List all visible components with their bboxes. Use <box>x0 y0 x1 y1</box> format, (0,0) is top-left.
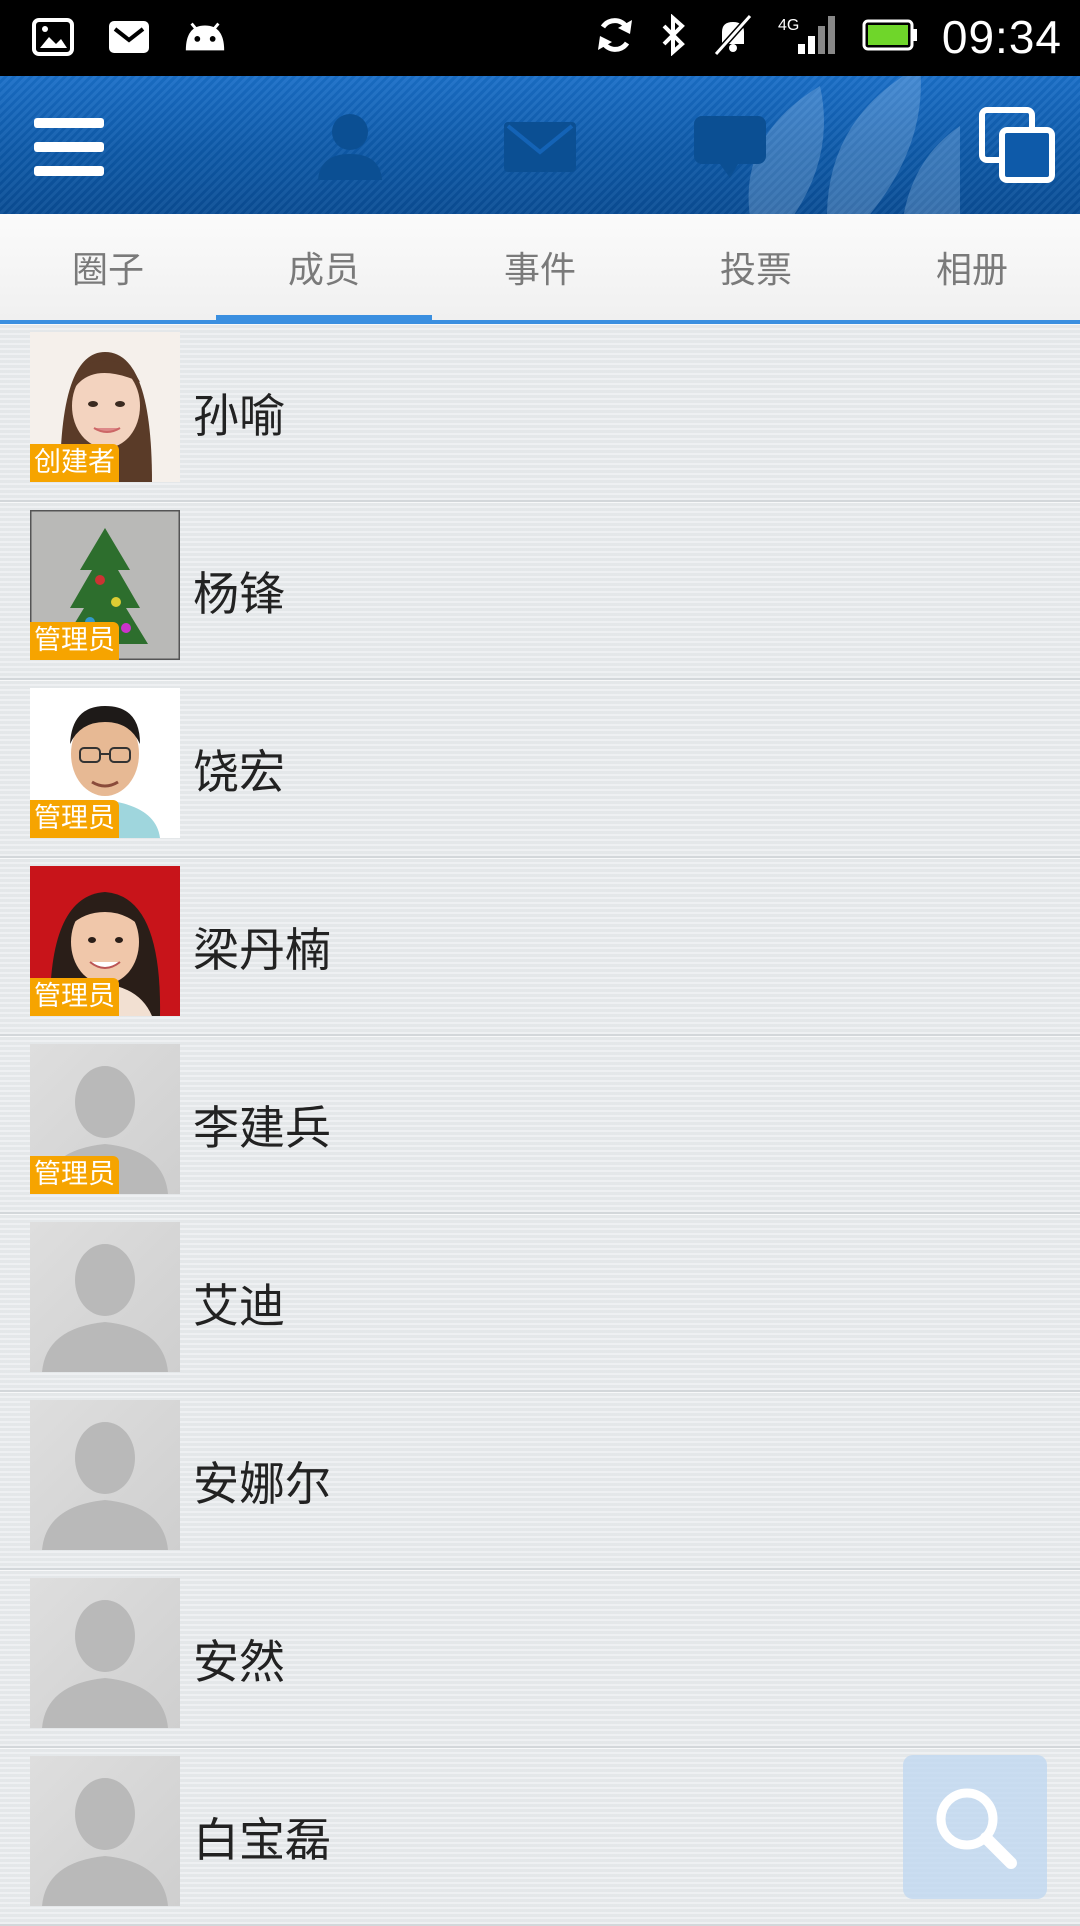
member-name: 安然 <box>193 1635 285 1689</box>
member-name: 杨锋 <box>193 567 285 621</box>
member-row[interactable]: 安然 <box>0 1570 1080 1748</box>
search-button[interactable] <box>903 1755 1047 1899</box>
member-avatar: 管理员 <box>30 688 180 838</box>
role-badge: 管理员 <box>30 622 119 660</box>
network-label: 4G <box>778 17 799 34</box>
role-badge: 管理员 <box>30 1156 119 1194</box>
mail-icon <box>106 14 152 60</box>
member-row[interactable]: 管理员 李建兵 <box>0 1036 1080 1214</box>
member-avatar <box>30 1400 180 1550</box>
menu-button[interactable] <box>34 118 104 176</box>
member-avatar: 管理员 <box>30 866 180 1016</box>
member-name: 孙喻 <box>193 389 285 443</box>
signal-icon: 4G <box>778 14 838 60</box>
bluetooth-icon <box>660 13 688 60</box>
sync-icon <box>594 14 636 60</box>
member-name: 白宝磊 <box>193 1813 331 1867</box>
tab-circle[interactable]: 圈子 <box>0 214 216 320</box>
member-avatar: 创建者 <box>30 332 180 482</box>
member-avatar: 管理员 <box>30 510 180 660</box>
role-badge: 管理员 <box>30 978 119 1016</box>
tab-members[interactable]: 成员 <box>216 214 432 324</box>
chat-icon[interactable] <box>690 108 770 184</box>
role-badge: 创建者 <box>30 444 119 482</box>
role-badge: 管理员 <box>30 800 119 838</box>
tab-votes[interactable]: 投票 <box>648 214 864 320</box>
tab-bar: 圈子 成员 事件 投票 相册 <box>0 214 1080 324</box>
member-avatar <box>30 1756 180 1906</box>
member-row[interactable]: 安娜尔 <box>0 1392 1080 1570</box>
mute-icon <box>712 13 754 60</box>
member-row[interactable]: 管理员 梁丹楠 <box>0 858 1080 1036</box>
member-row[interactable]: 管理员 杨锋 <box>0 502 1080 680</box>
member-name: 艾迪 <box>193 1279 285 1333</box>
member-row[interactable]: 艾迪 <box>0 1214 1080 1392</box>
member-name: 安娜尔 <box>193 1457 331 1511</box>
search-icon <box>936 1788 1017 1869</box>
member-avatar <box>30 1578 180 1728</box>
tab-albums[interactable]: 相册 <box>864 214 1080 320</box>
battery-icon <box>862 19 918 55</box>
member-avatar: 管理员 <box>30 1044 180 1194</box>
member-row[interactable]: 创建者 孙喻 <box>0 324 1080 502</box>
member-name: 李建兵 <box>193 1101 331 1155</box>
member-list: 创建者 孙喻 管理员 杨锋 管理员 饶宏 管理员 梁丹楠 管理员 李建兵 艾迪 … <box>0 324 1080 1926</box>
tab-events[interactable]: 事件 <box>432 214 648 320</box>
gallery-icon <box>30 14 76 60</box>
member-avatar <box>30 1222 180 1372</box>
android-icon <box>182 14 228 60</box>
app-bar <box>0 76 1080 214</box>
status-bar: 4G 09:34 <box>0 0 1080 76</box>
clock: 09:34 <box>941 11 1062 63</box>
contacts-icon[interactable] <box>310 108 390 184</box>
member-name: 梁丹楠 <box>193 923 331 977</box>
member-name: 饶宏 <box>193 745 285 799</box>
member-row[interactable]: 管理员 饶宏 <box>0 680 1080 858</box>
mail-icon[interactable] <box>500 108 580 184</box>
window-switch-button[interactable] <box>978 106 1058 186</box>
